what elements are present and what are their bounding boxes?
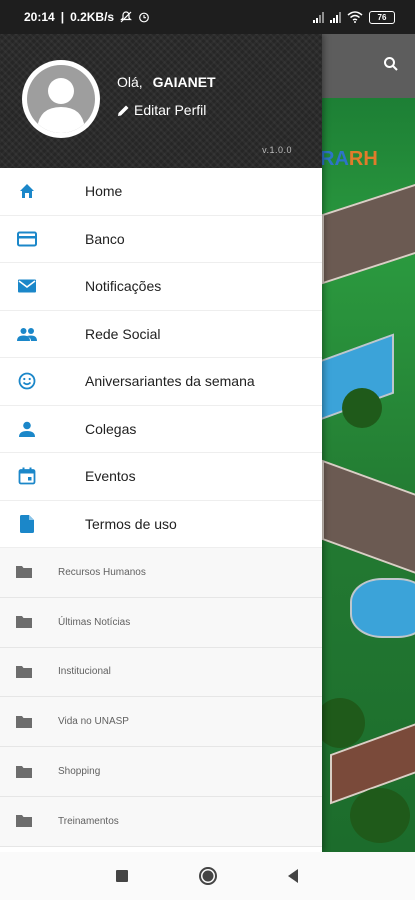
status-time: 20:14 <box>24 10 55 24</box>
menu-item-home[interactable]: Home <box>0 168 322 216</box>
home-icon <box>16 180 38 202</box>
signal-icon <box>313 11 324 23</box>
brand-logo: RARH <box>320 148 378 170</box>
credit-card-icon <box>16 228 38 250</box>
menu-item-notificacoes[interactable]: Notificações <box>0 263 322 311</box>
background-app: RARH <box>320 34 415 852</box>
back-button[interactable] <box>286 868 300 884</box>
search-icon[interactable] <box>383 56 399 72</box>
greeting-text: Olá, <box>117 74 143 90</box>
folder-icon <box>16 566 32 579</box>
menu-item-colegas[interactable]: Colegas <box>0 406 322 453</box>
mute-icon <box>120 11 133 23</box>
folder-icon <box>16 815 32 828</box>
battery-icon: 76 <box>369 10 395 24</box>
status-speed: 0.2KB/s <box>70 10 115 24</box>
folder-icon <box>16 665 32 678</box>
menu-item-rede-social[interactable]: Rede Social <box>0 311 322 358</box>
username: GAIANET <box>152 74 216 90</box>
mail-icon <box>16 275 38 297</box>
app-version: v.1.0.0 <box>262 145 292 155</box>
menu-item-banco[interactable]: Banco <box>0 216 322 263</box>
background-illustration: RARH <box>320 98 415 852</box>
category-ultimas-noticias[interactable]: Últimas Notícias <box>0 597 322 648</box>
menu-item-aniversariantes[interactable]: Aniversariantes da semana <box>0 358 322 406</box>
home-button[interactable] <box>198 866 218 886</box>
alarm-icon <box>139 12 149 23</box>
people-icon <box>16 323 38 345</box>
folder-icon <box>16 715 32 728</box>
background-toolbar <box>320 34 415 98</box>
avatar[interactable] <box>22 60 100 138</box>
smile-icon <box>16 370 38 392</box>
signal-icon <box>330 11 341 23</box>
category-list: Recursos Humanos Últimas Notícias Instit… <box>0 548 322 847</box>
wifi-icon <box>347 11 363 23</box>
status-bar: 20:14 | 0.2KB/s 76 <box>0 0 415 34</box>
edit-profile-link[interactable]: Editar Perfil <box>117 102 206 118</box>
document-icon <box>16 513 38 535</box>
category-vida-no-unasp[interactable]: Vida no UNASP <box>0 697 322 748</box>
category-institucional[interactable]: Institucional <box>0 647 322 698</box>
menu-item-termos[interactable]: Termos de uso <box>0 501 322 548</box>
category-shopping[interactable]: Shopping <box>0 747 322 797</box>
edit-profile-label: Editar Perfil <box>134 102 207 118</box>
category-treinamentos[interactable]: Treinamentos <box>0 796 322 847</box>
recents-button[interactable] <box>115 869 129 883</box>
person-icon <box>16 418 38 440</box>
folder-icon <box>16 765 32 778</box>
drawer-header: Olá, GAIANET Editar Perfil v.1.0.0 <box>0 34 322 168</box>
category-recursos-humanos[interactable]: Recursos Humanos <box>0 548 322 598</box>
person-silhouette-icon <box>37 78 85 133</box>
navigation-drawer: Olá, GAIANET Editar Perfil v.1.0.0 Home … <box>0 34 322 852</box>
pencil-icon <box>118 105 129 116</box>
main-menu: Home Banco Notificações Rede Social Aniv… <box>0 168 322 548</box>
folder-icon <box>16 616 32 629</box>
system-navigation-bar <box>0 852 415 900</box>
calendar-icon <box>16 465 38 487</box>
menu-item-eventos[interactable]: Eventos <box>0 453 322 501</box>
